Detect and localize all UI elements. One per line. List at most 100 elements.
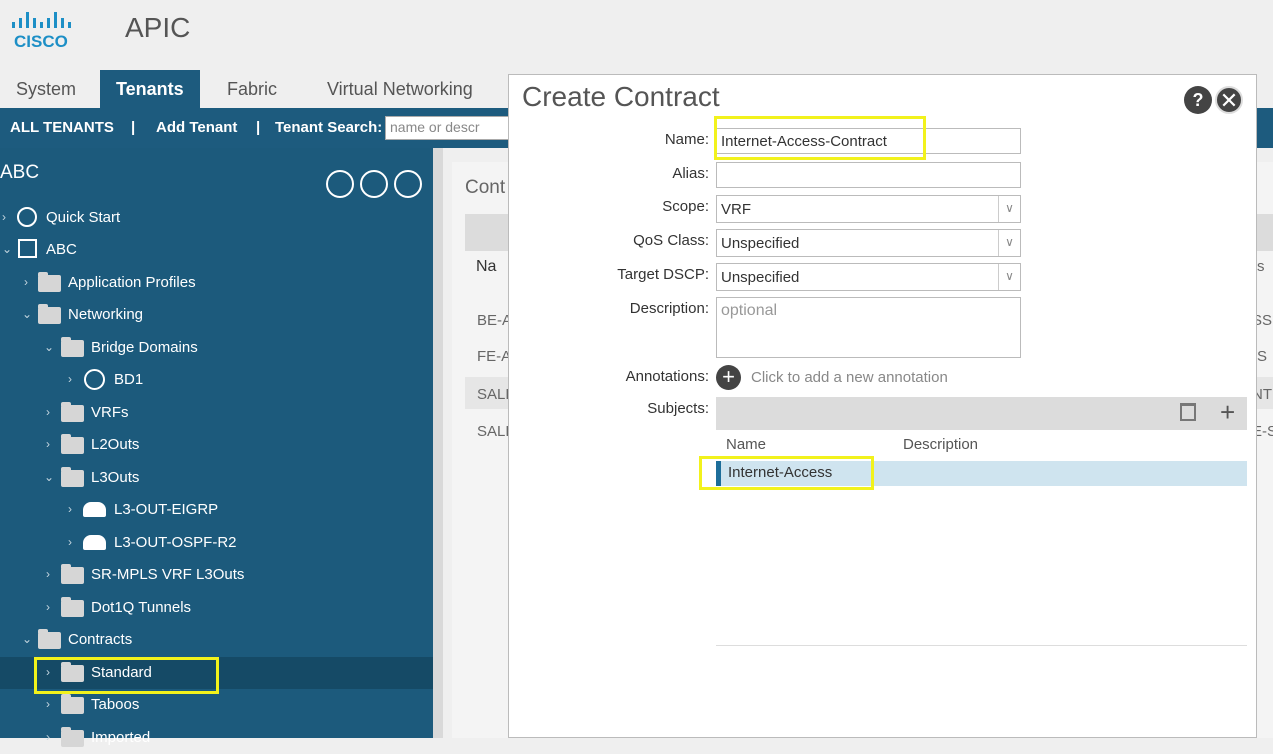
chevron-right-icon: › [46,730,50,744]
tree-item-networking[interactable]: ⌄ Networking [0,299,433,331]
subjects-toolbar: + [716,397,1247,430]
tree-item-label: Application Profiles [68,274,196,291]
chevron-right-icon: › [2,210,6,224]
annotations-label: Annotations: [625,368,709,385]
folder-icon [61,402,84,422]
tree-item-application-profiles[interactable]: › Application Profiles [0,267,433,299]
tree-item-l3-out-ospf-r2[interactable]: › L3-OUT-OSPF-R2 [0,527,433,559]
tree-item-label: ABC [46,241,77,258]
navigation-sidebar: ABC › Quick Start ⌄ ABC › Application Pr… [0,148,433,747]
folder-icon [38,629,61,649]
tab-system[interactable]: System [0,70,92,108]
tree-item-quick-start[interactable]: › Quick Start [0,202,433,234]
chevron-down-icon: ∨ [998,196,1020,222]
tenant-search-input[interactable]: name or descr [385,116,515,140]
subjects-label: Subjects: [647,400,709,417]
table-divider [716,645,1247,646]
top-bar: CISCO APIC [0,0,1273,70]
chevron-down-icon: ⌄ [22,307,33,321]
truncated-text: S [1257,348,1268,365]
pane-splitter[interactable] [433,148,443,738]
chevron-right-icon: › [24,275,28,289]
tree-item-vrfs[interactable]: › VRFs [0,397,433,429]
target-dscp-select[interactable]: Unspecified ∨ [716,263,1021,291]
chevron-right-icon: › [46,437,50,451]
chevron-right-icon: › [68,535,72,549]
tree-item-l3outs[interactable]: ⌄ L3Outs [0,462,433,494]
tree-item-label: L3Outs [91,469,140,486]
alias-input[interactable] [716,162,1021,188]
folder-icon [61,564,84,584]
cloud-icon [83,502,106,517]
tree-item-l2outs[interactable]: › L2Outs [0,429,433,461]
highlight-box [714,116,926,160]
chevron-right-icon: › [46,697,50,711]
tab-tenants[interactable]: Tenants [100,70,200,108]
table-row[interactable]: FE-A [477,348,511,365]
tree-item-sr-mpls-vrf-l3outs[interactable]: › SR-MPLS VRF L3Outs [0,559,433,591]
folder-icon [61,434,84,454]
app-title: APIC [125,12,191,43]
tree-item-label: BD1 [114,371,144,388]
add-tenant-link[interactable]: Add Tenant [156,119,237,136]
truncated-text: s [1257,258,1265,275]
list-icon[interactable] [360,170,388,198]
description-label: Description: [629,300,709,317]
chevron-right-icon: › [46,567,50,581]
tree-item-imported[interactable]: › Imported [0,722,433,754]
separator: | [131,119,136,136]
chevron-down-icon: ∨ [998,264,1020,290]
highlight-box [34,657,219,694]
help-icon[interactable]: ? [1184,86,1212,114]
name-label: Name: [664,131,709,148]
table-row[interactable]: BE-A [477,312,512,329]
bridge-domain-icon [84,369,105,390]
folder-icon [38,272,61,292]
chevron-down-icon: ⌄ [2,242,13,256]
tree-item-bridge-domains[interactable]: ⌄ Bridge Domains [0,332,433,364]
tree-item-contracts[interactable]: ⌄ Contracts [0,624,433,656]
add-icon[interactable]: + [1220,397,1235,428]
folder-icon [61,337,84,357]
separator: | [256,119,261,136]
column-header[interactable]: Na [476,258,496,276]
tree-item-label: L3-OUT-EIGRP [114,501,219,518]
create-contract-dialog: Create Contract ? ✕ Name: Internet-Acces… [508,74,1257,738]
folder-icon [61,694,84,714]
tree-item-abc[interactable]: ⌄ ABC [0,234,433,266]
close-icon[interactable]: ✕ [1215,86,1243,114]
scope-value: VRF [721,201,751,218]
tab-fabric[interactable]: Fabric [211,70,293,108]
folder-icon [61,467,84,487]
all-tenants-link[interactable]: ALL TENANTS [10,119,114,136]
trash-icon[interactable] [1180,403,1196,421]
qos-class-select[interactable]: Unspecified ∨ [716,229,1021,257]
description-textarea[interactable]: optional [716,297,1021,358]
tree-item-label: Quick Start [46,209,121,226]
add-annotation-icon[interactable]: + [716,365,741,390]
cisco-logo: CISCO [12,12,71,50]
cloud-icon [83,535,106,550]
annotation-hint[interactable]: Click to add a new annotation [751,369,948,386]
refresh-icon[interactable] [394,170,422,198]
tree-item-dot1q-tunnels[interactable]: › Dot1Q Tunnels [0,592,433,624]
chevron-right-icon: › [68,372,72,386]
folder-icon [61,597,84,617]
tree-item-label: VRFs [91,404,129,421]
tab-virtual-networking[interactable]: Virtual Networking [311,70,489,108]
column-header-name[interactable]: Name [726,436,766,453]
dialog-title: Create Contract [522,81,720,112]
tree-item-label: L2Outs [91,436,140,453]
alias-label: Alias: [672,165,709,182]
tree-item-bd1[interactable]: › BD1 [0,364,433,396]
target-dscp-value: Unspecified [721,269,800,286]
tenant-search-label: Tenant Search: [275,119,383,136]
tree-item-l3-out-eigrp[interactable]: › L3-OUT-EIGRP [0,494,433,526]
tree-item-label: Contracts [68,631,133,648]
tree-item-label: SR-MPLS VRF L3Outs [91,566,245,583]
tree-item-label: Networking [68,306,144,323]
column-header-description[interactable]: Description [903,436,978,453]
collapse-icon[interactable] [326,170,354,198]
tenant-building-icon [18,239,37,258]
scope-select[interactable]: VRF ∨ [716,195,1021,223]
